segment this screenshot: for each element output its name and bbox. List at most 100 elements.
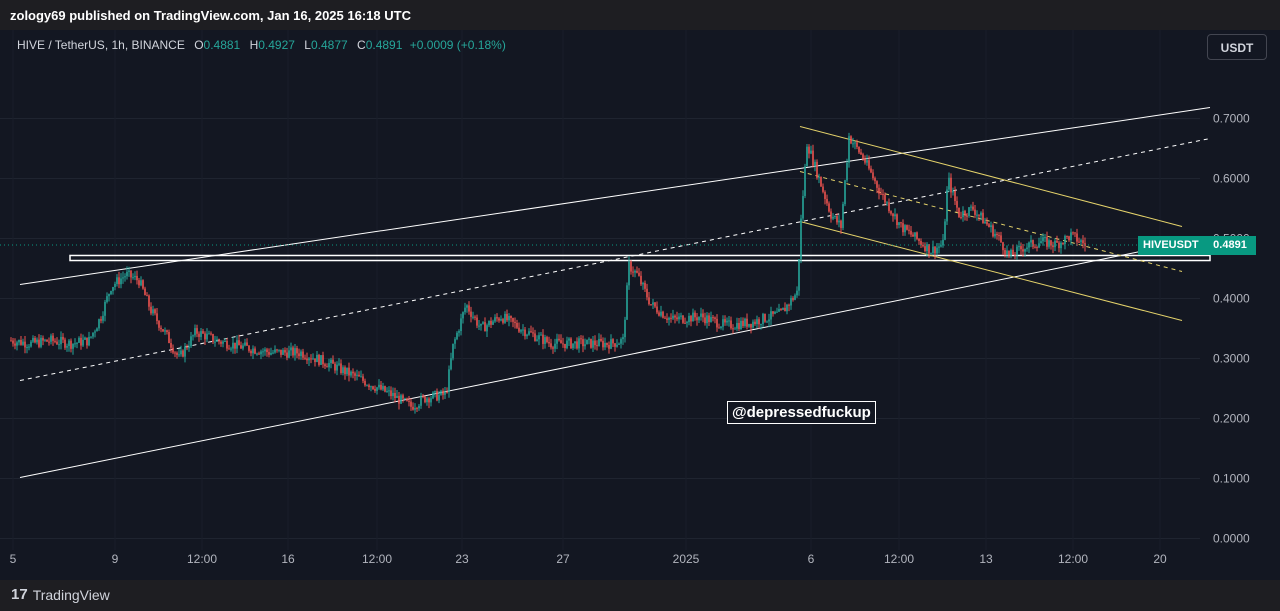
candle-body bbox=[904, 225, 906, 233]
candle-body bbox=[70, 340, 72, 349]
candle-body bbox=[482, 322, 484, 324]
candle-body bbox=[1032, 240, 1034, 247]
candle-body bbox=[708, 315, 710, 323]
candle-body bbox=[266, 349, 268, 353]
x-tick-label: 6 bbox=[808, 552, 815, 566]
candle-body bbox=[60, 336, 62, 345]
candle-body bbox=[506, 313, 508, 321]
open-label: O bbox=[194, 38, 204, 52]
currency-button[interactable]: USDT bbox=[1207, 34, 1267, 60]
candle-body bbox=[810, 150, 812, 154]
candle-body bbox=[206, 333, 208, 340]
candle-body bbox=[1070, 232, 1072, 241]
candle-body bbox=[706, 315, 708, 324]
candle-body bbox=[622, 337, 624, 340]
candle-body bbox=[1002, 242, 1004, 251]
candle-body bbox=[692, 312, 694, 322]
candle-body bbox=[430, 398, 432, 403]
candle-body bbox=[712, 317, 714, 319]
candle-body bbox=[38, 339, 40, 347]
candle-body bbox=[766, 321, 768, 323]
candle-body bbox=[530, 331, 532, 333]
candle-body bbox=[370, 386, 372, 388]
candle-body bbox=[818, 176, 820, 178]
x-tick-label: 13 bbox=[979, 552, 993, 566]
candle-body bbox=[1080, 240, 1082, 242]
candle-body bbox=[1010, 249, 1012, 256]
candle-body bbox=[182, 350, 184, 357]
candle-body bbox=[436, 391, 438, 401]
candle-body bbox=[270, 352, 272, 355]
candle-body bbox=[128, 270, 130, 272]
candle-body bbox=[398, 395, 400, 404]
candle-body bbox=[540, 334, 542, 336]
candle-body bbox=[86, 337, 88, 346]
candle-body bbox=[604, 342, 606, 348]
candle-body bbox=[878, 187, 880, 194]
price-chart[interactable]: 0.00000.10000.20000.30000.40000.50000.60… bbox=[0, 0, 1280, 611]
candle-body bbox=[844, 180, 846, 205]
x-tick-label: 16 bbox=[281, 552, 295, 566]
candle-body bbox=[494, 317, 496, 322]
candle-body bbox=[912, 234, 914, 237]
candle-body bbox=[492, 321, 494, 325]
tradingview-logo[interactable]: 17 TradingView bbox=[11, 586, 110, 603]
candle-body bbox=[362, 376, 364, 381]
candle-body bbox=[584, 344, 586, 347]
candle-body bbox=[610, 339, 612, 349]
candle-body bbox=[546, 337, 548, 343]
candle-body bbox=[526, 334, 528, 337]
candle-body bbox=[378, 384, 380, 388]
open-value: 0.4881 bbox=[203, 38, 241, 52]
y-tick-label: 0.4000 bbox=[1213, 292, 1250, 306]
candle-body bbox=[628, 261, 630, 286]
candle-body bbox=[836, 216, 838, 223]
candle-body bbox=[22, 341, 24, 345]
candle-body bbox=[500, 319, 502, 321]
candle-body bbox=[414, 408, 416, 410]
candle-body bbox=[50, 335, 52, 342]
candle-body bbox=[312, 358, 314, 360]
candle-body bbox=[608, 344, 610, 349]
candle-body bbox=[136, 275, 138, 281]
candle-body bbox=[140, 280, 142, 286]
candle-body bbox=[468, 305, 470, 312]
candle-body bbox=[588, 338, 590, 340]
candle-body bbox=[484, 322, 486, 332]
candle-body bbox=[792, 298, 794, 300]
candle-body bbox=[658, 312, 660, 316]
candle-body bbox=[452, 343, 454, 359]
candle-body bbox=[470, 311, 472, 317]
candle-body bbox=[574, 341, 576, 344]
candle-body bbox=[990, 225, 992, 227]
candle-body bbox=[578, 338, 580, 349]
candle-body bbox=[102, 315, 104, 321]
candle-body bbox=[34, 337, 36, 343]
candle-body bbox=[560, 340, 562, 344]
candle-body bbox=[640, 275, 642, 285]
candle-body bbox=[472, 316, 474, 318]
candle-body bbox=[812, 150, 814, 166]
candle-body bbox=[180, 350, 182, 355]
candle-body bbox=[944, 221, 946, 240]
candle-body bbox=[254, 348, 256, 354]
candle-body bbox=[664, 317, 666, 319]
candle-body bbox=[1046, 237, 1048, 247]
candle-body bbox=[10, 340, 12, 342]
candle-body bbox=[964, 211, 966, 216]
candle-body bbox=[840, 220, 842, 228]
candle-body bbox=[418, 405, 420, 409]
x-tick-label: 23 bbox=[455, 552, 469, 566]
candle-body bbox=[230, 348, 232, 350]
candle-body bbox=[590, 338, 592, 348]
candle-body bbox=[902, 223, 904, 233]
candle-body bbox=[54, 340, 56, 342]
candle-body bbox=[864, 158, 866, 163]
candle-body bbox=[522, 329, 524, 331]
candle-body bbox=[1064, 236, 1066, 244]
candle-body bbox=[600, 338, 602, 341]
last-price-tag: 0.4891 bbox=[1204, 236, 1256, 255]
candle-body bbox=[178, 354, 180, 356]
candle-body bbox=[100, 319, 102, 321]
candle-body bbox=[714, 317, 716, 319]
